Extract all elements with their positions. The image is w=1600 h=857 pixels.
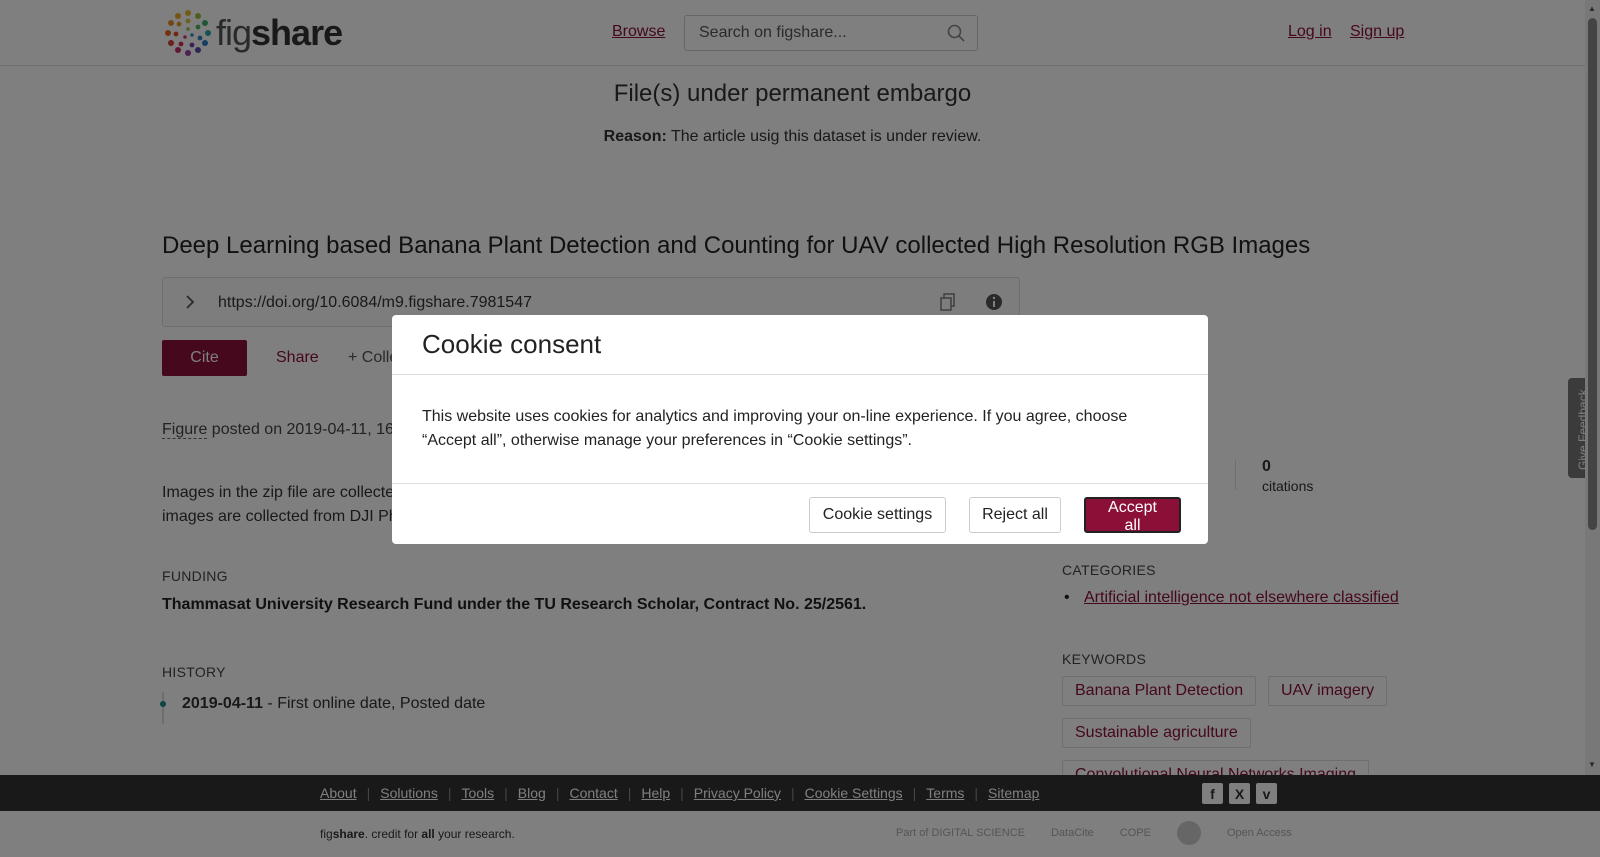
divider <box>392 374 1208 375</box>
divider <box>392 483 1208 484</box>
reject-all-button[interactable]: Reject all <box>969 497 1061 533</box>
dialog-title: Cookie consent <box>422 329 602 359</box>
page: figshare Browse Log in Sign up File(s) u… <box>0 0 1600 857</box>
cookie-consent-dialog: Cookie consent This website uses cookies… <box>392 315 1208 544</box>
dialog-body: This website uses cookies for analytics … <box>422 408 1128 449</box>
accept-all-button[interactable]: Accept all <box>1084 497 1181 534</box>
cookie-settings-button[interactable]: Cookie settings <box>809 497 946 533</box>
